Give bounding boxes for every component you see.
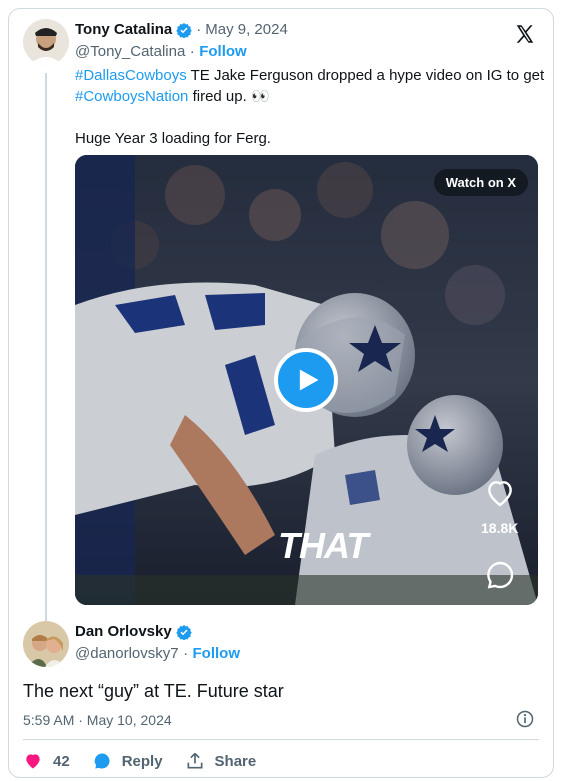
quoted-tweet-text: #DallasCowboys TE Jake Ferguson dropped … [75, 65, 545, 149]
like-button[interactable]: 42 [23, 751, 70, 771]
quoted-text-part-1: TE Jake Ferguson dropped a hype video on… [186, 67, 545, 84]
quoted-author-avatar[interactable] [23, 19, 69, 65]
quoted-handle-separator: · [189, 43, 195, 60]
play-button[interactable] [274, 348, 338, 412]
quoted-author-name[interactable]: Tony Catalina [75, 21, 172, 38]
author-handle-row: @danorlovsky7 · Follow [75, 645, 240, 663]
play-icon [299, 369, 319, 391]
author-name[interactable]: Dan Orlovsky [75, 623, 172, 640]
video-like-count: 18.8K [481, 520, 519, 536]
quoted-text-line-3: Huge Year 3 loading for Ferg. [75, 130, 271, 147]
hashtag-dallascowboys[interactable]: #DallasCowboys [75, 67, 187, 84]
quoted-date[interactable]: May 9, 2024 [205, 21, 288, 38]
author-handle-separator: · [183, 645, 189, 662]
author-avatar[interactable] [23, 621, 69, 667]
info-icon[interactable] [515, 709, 535, 729]
hashtag-cowboysnation[interactable]: #CowboysNation [75, 88, 188, 105]
quoted-handle[interactable]: @Tony_Catalina [75, 43, 185, 60]
video-player[interactable]: Watch on X 18.8K THAT [75, 155, 538, 605]
quoted-handle-row: @Tony_Catalina · Follow [75, 43, 247, 61]
tweet-timestamp[interactable]: 5:59 AM · May 10, 2024 [23, 712, 172, 728]
tweet-embed-card: Tony Catalina · May 9, 2024 @Tony_Catali… [8, 8, 554, 778]
verified-icon [175, 624, 192, 640]
divider [23, 739, 539, 740]
follow-link[interactable]: Follow [193, 645, 241, 662]
video-caption: THAT [278, 525, 368, 566]
verified-icon [176, 22, 192, 38]
share-label: Share [214, 752, 257, 770]
reply-label: Reply [121, 752, 163, 770]
heart-icon[interactable] [484, 477, 516, 509]
quoted-separator: · [196, 21, 202, 38]
action-bar: 42 Reply Share [23, 751, 278, 771]
thread-line [45, 73, 47, 621]
share-button[interactable]: Share [185, 751, 257, 771]
author-handle[interactable]: @danorlovsky7 [75, 645, 179, 662]
quoted-author-row: Tony Catalina · May 9, 2024 [75, 21, 288, 38]
tweet-text: The next “guy” at TE. Future star [23, 681, 284, 701]
author-row: Dan Orlovsky [75, 623, 192, 640]
heart-icon [26, 754, 40, 769]
watch-on-x-button[interactable]: Watch on X [433, 169, 528, 196]
share-icon [187, 752, 203, 769]
reply-button[interactable]: Reply [92, 751, 163, 771]
x-logo-icon[interactable] [514, 23, 536, 45]
like-count: 42 [53, 752, 70, 770]
comment-icon[interactable] [484, 559, 516, 591]
reply-icon [94, 753, 110, 769]
quoted-follow-link[interactable]: Follow [199, 43, 247, 60]
quoted-text-part-2: fired up. 👀 [188, 88, 270, 105]
